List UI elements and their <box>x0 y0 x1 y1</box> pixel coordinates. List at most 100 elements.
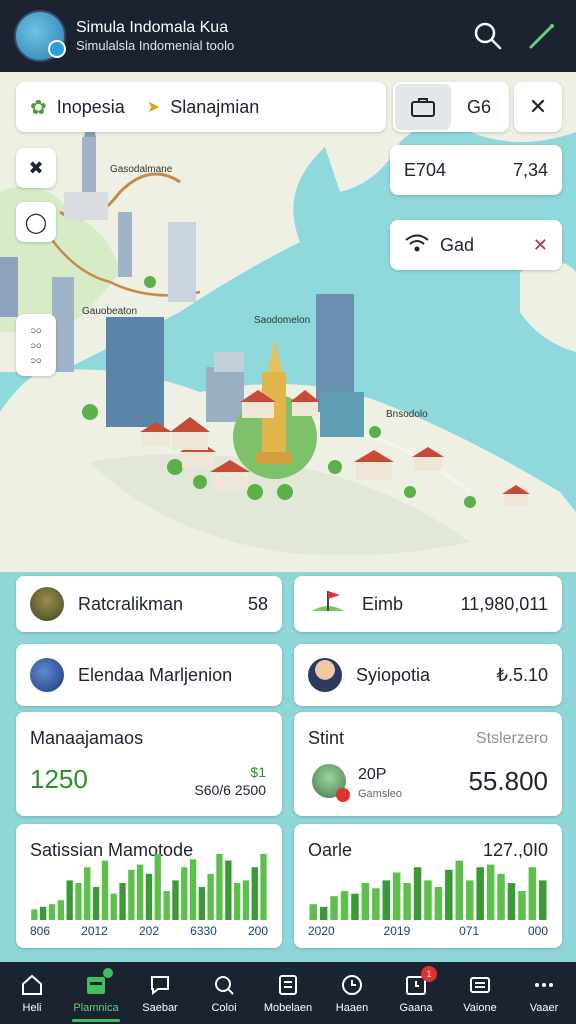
axis-tick: 2019 <box>383 924 411 938</box>
ministry-label: Elendaa Marljenion <box>78 664 233 685</box>
layer-row-2: ၁၀ <box>30 339 42 351</box>
population-card[interactable]: Ratcralikman 58 <box>16 576 282 632</box>
map-label-4: Bnsodolo <box>386 409 428 420</box>
briefcase-icon[interactable] <box>395 84 451 130</box>
bar <box>372 888 380 920</box>
close-button[interactable]: ✕ <box>514 82 562 132</box>
stat-label: E704 <box>404 159 447 180</box>
bar <box>57 900 64 920</box>
bar <box>528 867 537 920</box>
bottom-nav: Heli Plamnica Saebar Coloi Mobelaen Haaen 1 Gaa… <box>0 962 576 1024</box>
nav-label: Vaaer <box>529 1002 559 1014</box>
nav-item-1[interactable]: Plamnica <box>64 962 128 1024</box>
nav-item-7[interactable]: Vaione <box>448 962 512 1024</box>
wifi-icon <box>404 232 430 259</box>
nav-item-5[interactable]: Haaen <box>320 962 384 1024</box>
leaf-icon: ✿ <box>30 96 47 119</box>
oracle-card[interactable]: Oarle 127.,0I0 2020 2019 071 000 <box>294 824 562 948</box>
zoom-button[interactable]: ◯ <box>16 202 56 242</box>
island-flag-icon <box>308 587 348 622</box>
bar <box>424 880 432 920</box>
axis-tick: 071 <box>459 924 480 938</box>
edit-icon[interactable] <box>522 16 562 56</box>
bar <box>75 883 82 920</box>
search-icon <box>211 972 237 998</box>
ministry-card[interactable]: Elendaa Marljenion <box>16 644 282 706</box>
axis-tick: 6330 <box>190 924 217 938</box>
bar <box>330 896 338 920</box>
bar <box>66 880 73 920</box>
bar <box>445 869 453 920</box>
location-primary: Inopesia <box>56 96 125 117</box>
network-panel[interactable]: Gad ✕ <box>390 220 562 270</box>
nav-label: Plamnica <box>73 1002 119 1014</box>
satisfaction-axis: 806 2012 202 6330 200 <box>30 924 268 940</box>
bar <box>392 872 401 920</box>
bar <box>128 869 135 920</box>
map-label-1: Gasodalmane <box>110 164 173 175</box>
stint-card[interactable]: Stint Stslerzero 20P Gamsleo 55.800 <box>294 712 562 816</box>
leader-avatar <box>30 587 64 621</box>
satisfaction-card[interactable]: Satissian Mamotode 806 2012 202 6330 200 <box>16 824 282 948</box>
tool-panel[interactable]: G6 <box>393 82 509 132</box>
stint-value: 55.800 <box>468 766 548 796</box>
tool-value: G6 <box>467 96 492 117</box>
logo-badge <box>48 40 66 58</box>
bar <box>101 860 109 920</box>
nav-item-6[interactable]: 1 Gaana <box>384 962 448 1024</box>
app-subtitle: Simulalsla Indomenial toolo <box>76 38 235 53</box>
nav-label: Saebar <box>142 1002 178 1014</box>
management-sub: S60/6 2500 <box>194 782 266 798</box>
bar <box>119 883 126 920</box>
calendar-icon <box>83 968 113 998</box>
stat-panel[interactable]: E704 7,34 <box>390 145 562 195</box>
stint-hint: Stslerzero <box>475 730 548 747</box>
app-logo[interactable] <box>14 10 66 62</box>
bar <box>181 867 188 920</box>
map-label-2: Gauobeaton <box>82 306 137 317</box>
axis-tick: 202 <box>138 924 160 938</box>
bar <box>340 891 349 920</box>
nav-item-2[interactable]: Saebar <box>128 962 192 1024</box>
bar <box>40 906 47 920</box>
management-delta: $1 <box>250 764 266 780</box>
treasury-card[interactable]: Eimb 11,980,011 <box>294 576 562 632</box>
bar <box>382 880 390 920</box>
pin-button[interactable]: ✖ <box>16 148 56 188</box>
trade-icon <box>467 972 493 998</box>
management-title: Manaajamaos <box>30 728 144 748</box>
axis-tick: 2012 <box>81 924 108 938</box>
nav-label: Heli <box>22 1002 42 1014</box>
pin-icon: ✖ <box>28 157 44 178</box>
search-icon[interactable] <box>468 16 508 56</box>
population-label: Ratcralikman <box>78 593 184 614</box>
top-bar: Simula Indomala Kua Simulalsla Indomenia… <box>0 0 576 72</box>
clock-icon <box>339 972 365 998</box>
nav-item-0[interactable]: Heli <box>0 962 64 1024</box>
minister-card[interactable]: Syiopotia ₺.5.10 <box>294 644 562 706</box>
location-icon: ◯ <box>24 211 48 234</box>
nav-label: Haaen <box>335 1002 369 1014</box>
bar <box>48 904 56 920</box>
bar <box>455 860 463 920</box>
bar <box>309 904 317 920</box>
nav-item-8[interactable]: Vaaer <box>512 962 576 1024</box>
arrow-icon: ➤ <box>146 99 161 116</box>
satisfaction-chart <box>31 854 267 920</box>
layer-row-3: ၁၀ <box>30 354 42 366</box>
stint-code-sub: Gamsleo <box>358 788 403 800</box>
dismiss-icon[interactable]: ✕ <box>533 235 548 256</box>
bar <box>137 864 144 920</box>
stint-title: Stint <box>308 728 345 748</box>
bar <box>518 891 526 920</box>
treasury-value: 11,980,011 <box>460 593 548 614</box>
layers-panel[interactable]: ၁၀ ၁၀ ၁၀ <box>16 314 56 376</box>
nav-item-4[interactable]: Mobelaen <box>256 962 320 1024</box>
location-search-bar[interactable]: ✿ Inopesia ➤ Slanajmian <box>16 82 386 132</box>
bar <box>242 880 250 920</box>
oracle-chart <box>309 860 547 920</box>
bar <box>207 873 214 920</box>
management-card[interactable]: Manaajamaos 1250 $1 S60/6 2500 <box>16 712 282 816</box>
bar <box>361 883 370 920</box>
nav-item-3[interactable]: Coloi <box>192 962 256 1024</box>
